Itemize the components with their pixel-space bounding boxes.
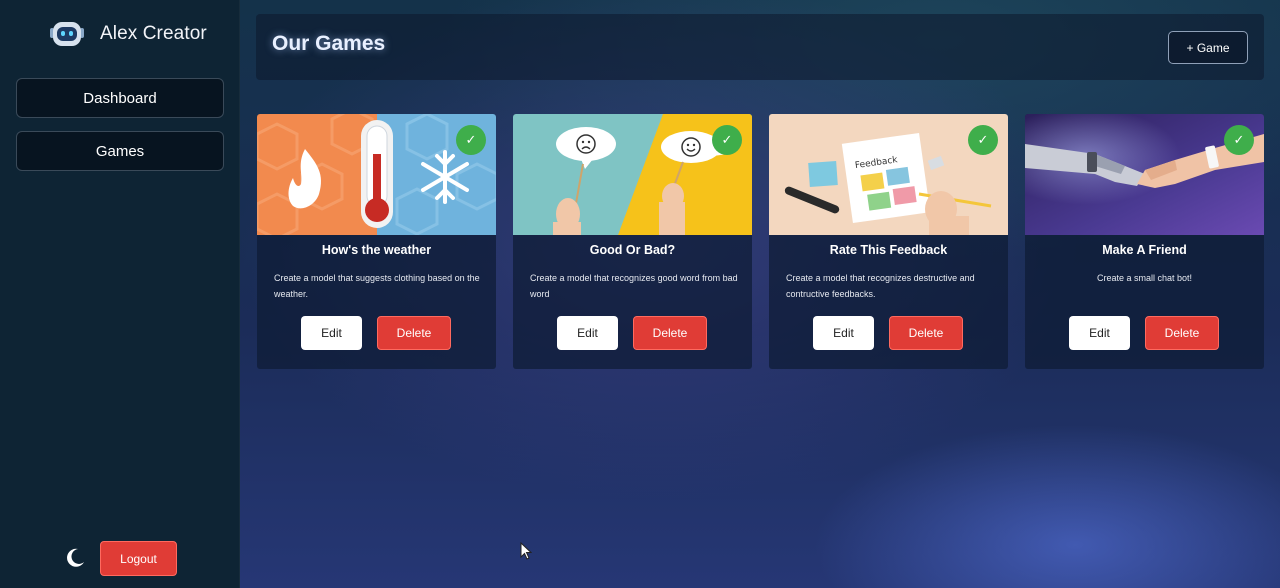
game-card-rate-feedback: Feedback ✓ Rate This Feedback Create a m…	[769, 114, 1008, 369]
sidebar: Alex Creator Dashboard Games Logout	[0, 0, 240, 588]
sidebar-item-label: Games	[95, 142, 145, 160]
edit-label: Edit	[321, 326, 342, 340]
add-game-label: + Game	[1186, 40, 1230, 55]
logout-label: Logout	[120, 551, 157, 566]
moon-icon[interactable]	[64, 547, 86, 569]
edit-label: Edit	[1089, 326, 1110, 340]
page-header: Our Games + Game	[256, 14, 1264, 80]
sidebar-item-dashboard[interactable]: Dashboard	[16, 78, 224, 118]
edit-button[interactable]: Edit	[813, 316, 874, 350]
game-title: Good Or Bad?	[589, 243, 676, 257]
edit-button[interactable]: Edit	[301, 316, 362, 350]
delete-label: Delete	[396, 326, 432, 340]
logout-button[interactable]: Logout	[100, 541, 177, 576]
mouse-cursor-icon	[520, 542, 532, 560]
game-description: Create a small chat bot!	[1096, 273, 1193, 283]
page-title: Our Games	[272, 32, 386, 55]
check-icon: ✓	[712, 125, 742, 155]
weather-thermometer-image: ✓	[257, 114, 496, 235]
sidebar-item-games[interactable]: Games	[16, 131, 224, 171]
add-game-button[interactable]: + Game	[1168, 31, 1248, 64]
good-bad-signs-image: ✓	[513, 114, 752, 235]
robot-handshake-image: ✓	[1025, 114, 1264, 235]
delete-label: Delete	[652, 326, 688, 340]
game-title: Make A Friend	[1102, 243, 1187, 257]
edit-button[interactable]: Edit	[557, 316, 618, 350]
sidebar-item-label: Dashboard	[83, 89, 157, 107]
game-description: Create a model that recognizes destructi…	[786, 273, 975, 299]
robot-logo-icon	[50, 22, 84, 46]
check-icon: ✓	[456, 125, 486, 155]
feedback-form-image: Feedback ✓	[769, 114, 1008, 235]
delete-button[interactable]: Delete	[633, 316, 707, 350]
game-card-good-or-bad: ✓ Good Or Bad? Create a model that recog…	[513, 114, 752, 369]
game-description: Create a model that suggests clothing ba…	[274, 273, 480, 299]
brand: Alex Creator	[48, 18, 207, 50]
delete-label: Delete	[1164, 326, 1200, 340]
game-card-weather: ✓ How's the weather Create a model that …	[257, 114, 496, 369]
delete-button[interactable]: Delete	[889, 316, 963, 350]
delete-button[interactable]: Delete	[1145, 316, 1219, 350]
game-title: How's the weather	[321, 243, 432, 257]
game-card-make-friend: ✓ Make A Friend Create a small chat bot!…	[1025, 114, 1264, 369]
delete-label: Delete	[908, 326, 944, 340]
app-name: Alex Creator	[100, 23, 207, 44]
game-title: Rate This Feedback	[829, 243, 948, 257]
edit-label: Edit	[833, 326, 854, 340]
delete-button[interactable]: Delete	[377, 316, 451, 350]
check-icon: ✓	[1224, 125, 1254, 155]
game-description: Create a model that recognizes good word…	[530, 273, 738, 299]
check-icon: ✓	[968, 125, 998, 155]
edit-button[interactable]: Edit	[1069, 316, 1130, 350]
main-content: Our Games + Game ✓ How's the weather Cre…	[240, 0, 1280, 588]
edit-label: Edit	[577, 326, 598, 340]
